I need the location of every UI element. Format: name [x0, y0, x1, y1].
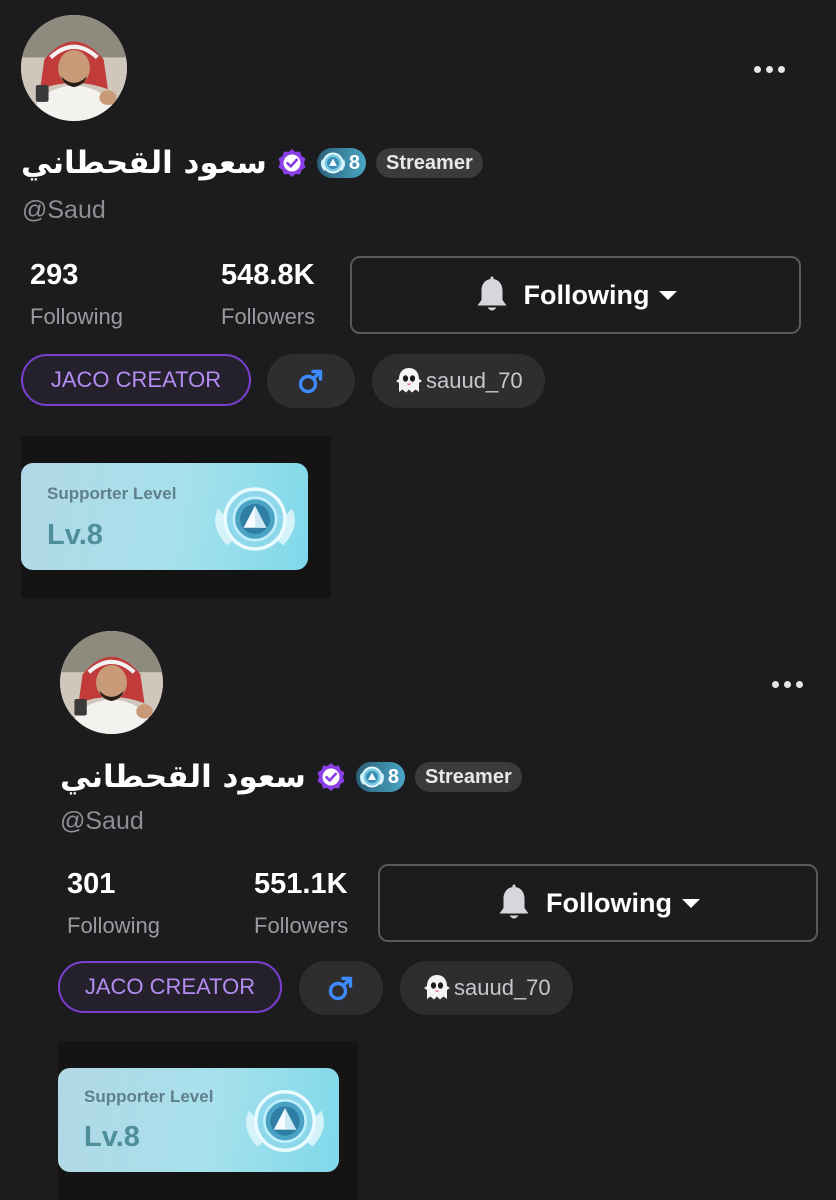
- social-handle-chip[interactable]: sauud_70: [372, 354, 545, 408]
- verified-check-icon: [316, 762, 346, 792]
- name-row: سعود القحطاني 8 Streamer: [21, 145, 483, 181]
- supporter-level-value: Lv.8: [47, 519, 103, 551]
- supporter-level-value: Lv.8: [84, 1121, 140, 1153]
- followers-count: 548.8K: [221, 259, 315, 291]
- more-options-button[interactable]: [765, 672, 809, 696]
- role-badge: Streamer: [376, 148, 483, 178]
- gender-chip[interactable]: [267, 354, 355, 408]
- display-name: سعود القحطاني: [21, 145, 267, 181]
- avatar[interactable]: [21, 15, 127, 121]
- level-emblem-icon: [319, 149, 347, 177]
- profile-card: سعود القحطاني 8 Streamer @Saud 293 Follo…: [0, 0, 836, 610]
- followers-label: Followers: [254, 913, 349, 938]
- level-badge-number: 8: [387, 765, 400, 788]
- bell-icon: [496, 884, 532, 922]
- following-stat[interactable]: 293 Following: [30, 259, 123, 330]
- creator-tag[interactable]: JACO CREATOR: [58, 961, 282, 1013]
- supporter-emblem-icon: [211, 475, 299, 563]
- following-dropdown-button[interactable]: Following: [350, 256, 801, 334]
- followers-label: Followers: [221, 304, 316, 329]
- following-label: Following: [30, 304, 123, 329]
- level-emblem-icon: [358, 763, 386, 791]
- level-badge-number: 8: [348, 151, 361, 174]
- following-stat[interactable]: 301 Following: [67, 868, 160, 939]
- following-label: Following: [67, 913, 160, 938]
- social-handle-chip[interactable]: sauud_70: [400, 961, 573, 1015]
- caret-down-icon: [681, 898, 700, 908]
- supporter-level-card[interactable]: Supporter Level Lv.8: [21, 463, 308, 570]
- supporter-emblem-icon: [242, 1078, 328, 1164]
- following-dropdown-button[interactable]: Following: [378, 864, 818, 942]
- social-handle: sauud_70: [426, 368, 523, 393]
- follow-button-label: Following: [546, 887, 672, 918]
- followers-count: 551.1K: [254, 868, 348, 900]
- follow-button-label: Following: [523, 279, 650, 310]
- social-handle: sauud_70: [454, 975, 551, 1000]
- ghost-icon: [394, 366, 424, 396]
- following-count: 293: [30, 259, 79, 291]
- male-icon: [297, 367, 325, 395]
- supporter-level-title: Supporter Level: [47, 484, 177, 503]
- more-horizontal-icon: [771, 680, 779, 688]
- username-handle: @Saud: [22, 196, 106, 224]
- role-badge: Streamer: [415, 762, 522, 792]
- supporter-level-card[interactable]: Supporter Level Lv.8: [58, 1068, 339, 1172]
- more-horizontal-icon: [753, 65, 761, 73]
- avatar[interactable]: [60, 631, 163, 734]
- level-badge[interactable]: 8: [355, 762, 406, 792]
- caret-down-icon: [659, 290, 678, 300]
- level-badge[interactable]: 8: [316, 148, 367, 178]
- username-handle: @Saud: [60, 807, 144, 835]
- verified-check-icon: [277, 148, 307, 178]
- name-row: سعود القحطاني 8 Streamer: [60, 759, 522, 795]
- gender-chip[interactable]: [299, 961, 383, 1015]
- creator-tag[interactable]: JACO CREATOR: [21, 354, 251, 406]
- male-icon: [327, 974, 355, 1002]
- bell-icon: [474, 276, 510, 314]
- profile-card: سعود القحطاني 8 Streamer @Saud 301 Follo…: [0, 615, 836, 1200]
- display-name: سعود القحطاني: [60, 759, 306, 795]
- supporter-level-title: Supporter Level: [84, 1087, 214, 1106]
- following-count: 301: [67, 868, 116, 900]
- more-options-button[interactable]: [747, 57, 791, 81]
- followers-stat[interactable]: 551.1K Followers: [254, 868, 348, 939]
- ghost-icon: [422, 973, 452, 1003]
- followers-stat[interactable]: 548.8K Followers: [221, 259, 315, 330]
